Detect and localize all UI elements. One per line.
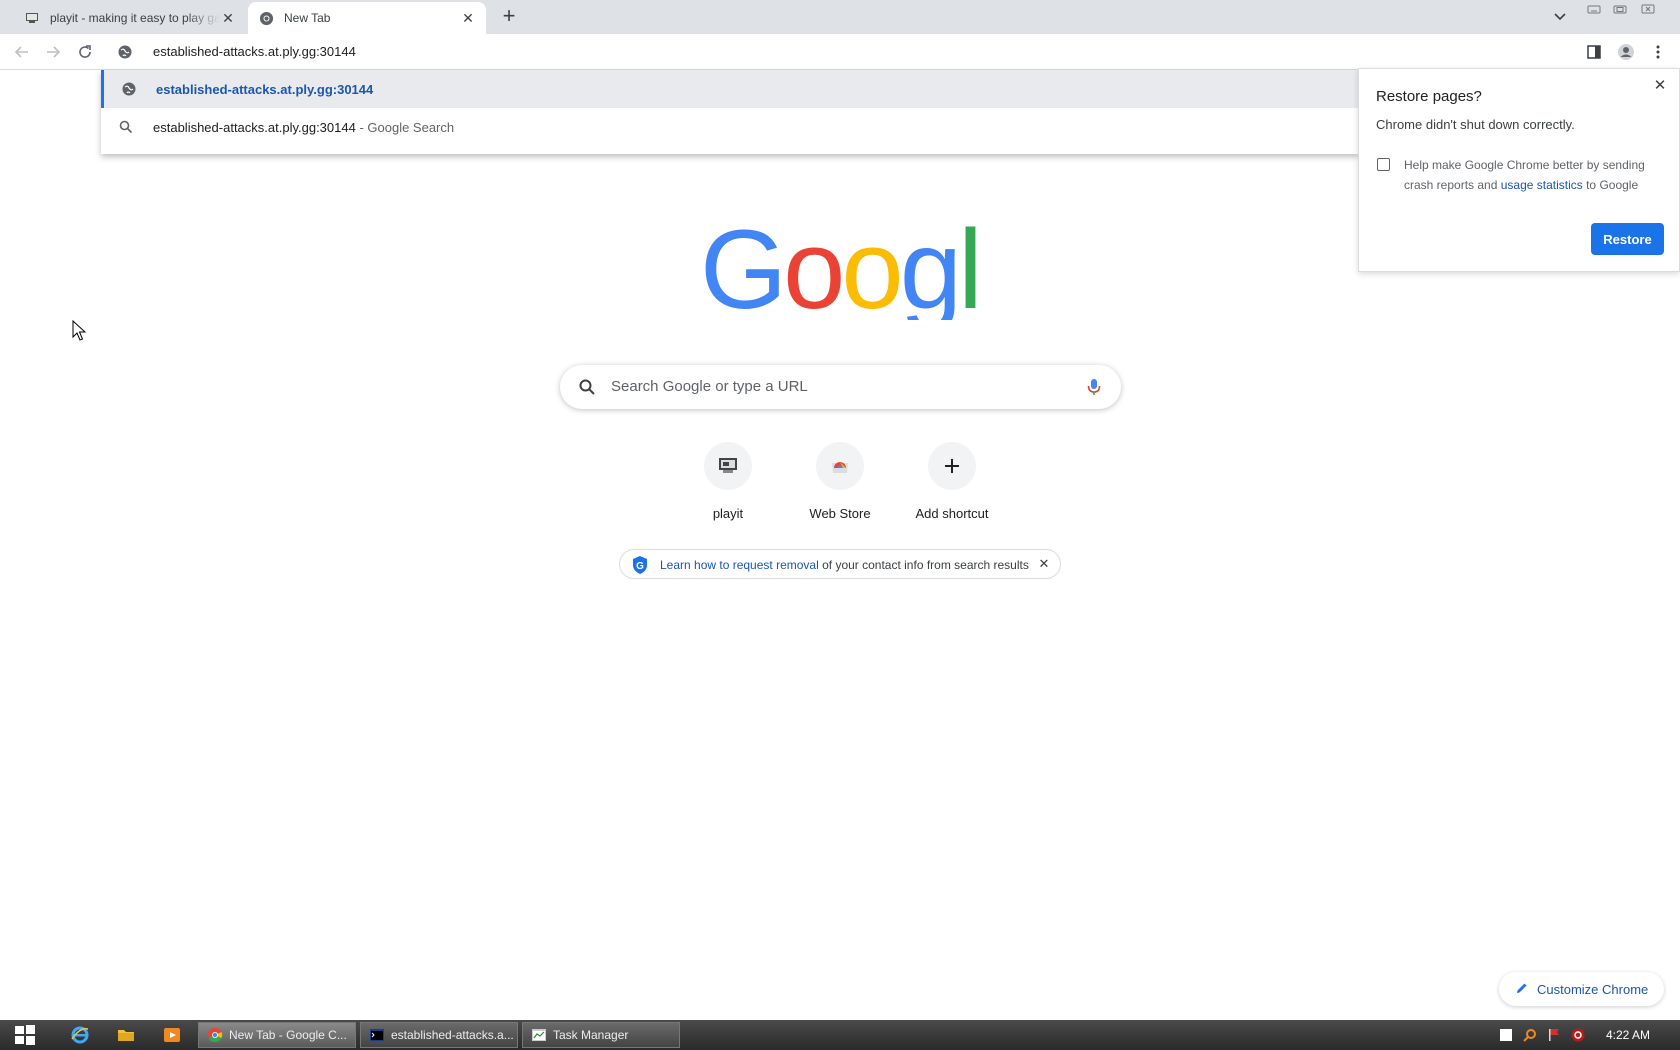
suggestion-suffix: - Google Search <box>355 119 455 135</box>
search-placeholder: Search Google or type a URL <box>611 378 808 395</box>
crash-report-text: Help make Google Chrome better by sendin… <box>1404 155 1654 195</box>
side-panel-icon[interactable] <box>1584 42 1604 62</box>
playit-favicon-icon <box>24 10 40 26</box>
taskbar: New Tab - Google C... established-attack… <box>0 1020 1680 1050</box>
taskbar-item-task-manager[interactable]: Task Manager <box>522 1022 680 1048</box>
plus-icon <box>928 442 976 490</box>
flag-icon[interactable] <box>1546 1027 1562 1043</box>
google-logo: Google <box>700 207 1041 332</box>
tab-strip: playit - making it easy to play games ✕ … <box>0 0 1680 34</box>
chrome-menu-icon[interactable] <box>1648 42 1668 62</box>
help-text-after: to Google <box>1582 178 1639 192</box>
promo-close-icon[interactable]: ✕ <box>1037 557 1051 571</box>
chrome-icon <box>207 1027 223 1043</box>
tab-new-tab[interactable]: New Tab ✕ <box>248 2 486 34</box>
bubble-message: Chrome didn't shut down correctly. <box>1376 117 1575 132</box>
suggestion-query: established-attacks.at.ply.gg:30144 <box>153 119 356 135</box>
restore-button[interactable]: Restore <box>1591 223 1664 255</box>
task-label: New Tab - Google C... <box>229 1028 347 1042</box>
tab-close-icon[interactable]: ✕ <box>220 10 236 26</box>
promo-text: Learn how to request removal of your con… <box>660 558 1029 572</box>
taskbar-item-chrome[interactable]: New Tab - Google C... <box>198 1022 356 1048</box>
tab-playit[interactable]: playit - making it easy to play games ✕ <box>14 2 246 34</box>
console-icon <box>369 1027 385 1043</box>
minimize-icon[interactable] <box>1582 0 1606 18</box>
promo-link[interactable]: Learn how to request removal <box>660 558 819 572</box>
shortcut-web-store[interactable]: Web Store <box>784 442 896 542</box>
customize-label: Customize Chrome <box>1537 982 1649 997</box>
screen: playit - making it easy to play games ✕ … <box>0 0 1680 1050</box>
suggestion-text: established-attacks.at.ply.gg:30144 <box>156 81 374 97</box>
playit-icon <box>704 442 752 490</box>
search-tray-icon[interactable] <box>1522 1027 1538 1043</box>
task-manager-icon <box>531 1027 547 1043</box>
forward-arrow-icon[interactable] <box>43 42 63 62</box>
shortcut-label: Add shortcut <box>915 506 989 521</box>
media-player-icon[interactable] <box>162 1025 182 1045</box>
suggestion-text: established-attacks.at.ply.gg:30144 - Go… <box>153 120 454 135</box>
reload-icon[interactable] <box>75 42 95 62</box>
new-tab-button[interactable]: + <box>498 5 520 28</box>
search-icon <box>578 378 596 396</box>
promo-rest-text: of your contact info from search results <box>818 558 1029 572</box>
shortcut-add[interactable]: Add shortcut <box>896 442 1008 542</box>
file-explorer-icon[interactable] <box>116 1025 136 1045</box>
tab-search-chevron-icon[interactable] <box>1550 6 1570 26</box>
suggestion-url[interactable]: established-attacks.at.ply.gg:30144 <box>101 70 1359 108</box>
address-bar-input[interactable]: established-attacks.at.ply.gg:30144 <box>153 44 356 59</box>
task-label: Task Manager <box>553 1028 629 1042</box>
tab-title: New Tab <box>284 11 331 25</box>
crash-report-checkbox[interactable] <box>1377 158 1390 171</box>
promo-banner: G Learn how to request removal of your c… <box>619 549 1061 579</box>
maximize-icon[interactable] <box>1608 0 1632 18</box>
window-close-icon[interactable] <box>1636 0 1660 18</box>
action-center-icon[interactable] <box>1498 1027 1514 1043</box>
toolbar: established-attacks.at.ply.gg:30144 <box>0 34 1680 70</box>
svg-text:G: G <box>636 561 644 572</box>
security-icon[interactable] <box>1570 1027 1586 1043</box>
microphone-icon[interactable] <box>1084 377 1104 397</box>
usage-statistics-link[interactable]: usage statistics <box>1501 178 1583 192</box>
tab-title: playit - making it easy to play games <box>50 11 220 25</box>
taskbar-item-console[interactable]: established-attacks.a... <box>360 1022 518 1048</box>
google-shield-icon: G <box>630 555 650 575</box>
bubble-close-icon[interactable]: ✕ <box>1651 77 1669 95</box>
pencil-icon <box>1515 981 1529 995</box>
shortcut-label: Web Store <box>809 506 871 521</box>
restore-pages-bubble: Restore pages? ✕ Chrome didn't shut down… <box>1358 68 1680 272</box>
tab-close-icon[interactable]: ✕ <box>460 10 476 26</box>
back-arrow-icon[interactable] <box>12 42 32 62</box>
mouse-cursor-icon <box>72 319 88 342</box>
search-icon <box>118 119 134 135</box>
web-store-icon <box>816 442 864 490</box>
bubble-title: Restore pages? <box>1376 88 1482 105</box>
profile-icon[interactable] <box>1616 42 1636 62</box>
chrome-favicon-icon <box>258 10 274 26</box>
task-label: established-attacks.a... <box>391 1028 514 1042</box>
customize-chrome-button[interactable]: Customize Chrome <box>1499 972 1664 1006</box>
shortcut-label: playit <box>712 506 744 521</box>
omnibox-dropdown: established-attacks.at.ply.gg:30144 esta… <box>101 70 1359 154</box>
svg-text:Google: Google <box>700 224 976 320</box>
clock: 4:22 AM <box>1606 1028 1651 1042</box>
globe-icon <box>121 81 137 97</box>
windows-start-icon[interactable] <box>14 1025 36 1045</box>
suggestion-search[interactable]: established-attacks.at.ply.gg:30144 - Go… <box>101 108 1359 146</box>
shortcut-playit[interactable]: playit <box>672 442 784 542</box>
globe-icon <box>117 44 133 60</box>
ntp-search-box[interactable]: Search Google or type a URL <box>560 365 1121 409</box>
internet-explorer-icon[interactable] <box>70 1025 90 1045</box>
